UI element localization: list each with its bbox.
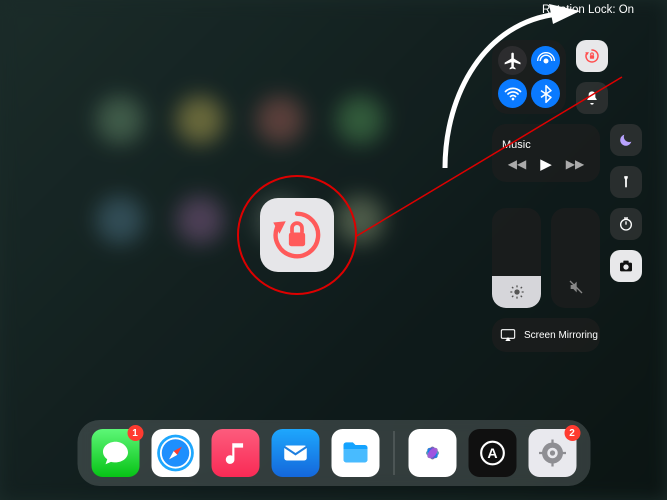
safari-icon <box>153 431 197 475</box>
camera-icon <box>618 258 634 274</box>
music-app[interactable] <box>211 429 259 477</box>
silent-mode-toggle[interactable] <box>576 82 608 114</box>
volume-slider[interactable] <box>551 208 600 308</box>
connectivity-group <box>492 40 566 114</box>
wifi-icon <box>503 84 523 104</box>
svg-text:A: A <box>487 446 497 462</box>
timer-icon <box>618 216 634 232</box>
messages-icon <box>100 438 130 468</box>
brightness-icon <box>509 284 525 300</box>
mail-app[interactable] <box>271 429 319 477</box>
rewind-icon[interactable]: ◀◀ <box>508 157 526 171</box>
rotation-lock-toggle[interactable] <box>576 40 608 72</box>
music-title: Music <box>502 139 531 151</box>
settings-app[interactable]: 2 <box>528 429 576 477</box>
bell-icon <box>584 90 600 106</box>
mail-icon <box>280 438 310 468</box>
messages-app[interactable]: 1 <box>91 429 139 477</box>
rotation-lock-label: Rotation Lock: On <box>542 4 634 16</box>
music-tile[interactable]: Music ◀◀ ▶ ▶▶ <box>492 124 600 182</box>
flashlight-icon <box>619 175 633 189</box>
files-icon <box>339 437 371 469</box>
airdrop-icon <box>536 51 556 71</box>
airdrop-toggle[interactable] <box>531 46 560 75</box>
camera-button[interactable] <box>610 250 642 282</box>
screen-mirroring-label: Screen Mirroring <box>524 330 598 341</box>
settings-badge: 2 <box>564 425 580 441</box>
play-icon[interactable]: ▶ <box>540 155 552 173</box>
music-note-icon <box>222 440 248 466</box>
timer-button[interactable] <box>610 208 642 240</box>
wifi-toggle[interactable] <box>498 79 527 108</box>
do-not-disturb-toggle[interactable] <box>610 124 642 156</box>
volume-mute-icon <box>568 279 584 295</box>
screen-mirroring-icon <box>500 328 516 342</box>
settings-icon <box>534 435 570 471</box>
screen-mirroring-button[interactable]: Screen Mirroring <box>492 318 600 352</box>
dock-separator <box>393 431 394 475</box>
photos-app[interactable] <box>408 429 456 477</box>
files-app[interactable] <box>331 429 379 477</box>
dock: 1 A <box>77 420 590 486</box>
messages-badge: 1 <box>127 425 143 441</box>
brightness-slider[interactable] <box>492 208 541 308</box>
media-controls: ◀◀ ▶ ▶▶ <box>508 155 584 173</box>
forward-icon[interactable]: ▶▶ <box>566 157 584 171</box>
flashlight-toggle[interactable] <box>610 166 642 198</box>
airplane-icon <box>503 51 523 71</box>
a-circle-app[interactable]: A <box>468 429 516 477</box>
safari-app[interactable] <box>151 429 199 477</box>
bluetooth-icon <box>536 84 556 104</box>
callout-circle <box>237 175 357 295</box>
moon-icon <box>618 132 634 148</box>
control-center: Music ◀◀ ▶ ▶▶ <box>492 40 647 352</box>
airplane-mode-toggle[interactable] <box>498 46 527 75</box>
a-circle-icon: A <box>475 436 509 470</box>
bluetooth-toggle[interactable] <box>531 79 560 108</box>
rotation-lock-icon <box>583 47 601 65</box>
photos-icon <box>415 436 449 470</box>
